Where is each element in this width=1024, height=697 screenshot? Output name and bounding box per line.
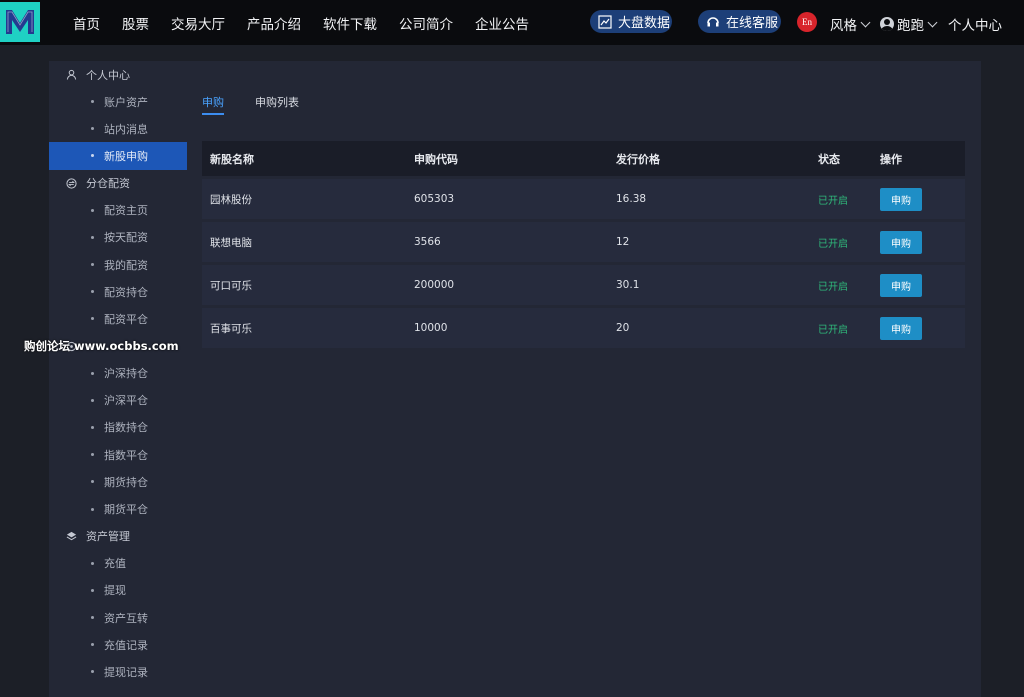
nav-trading-hall[interactable]: 交易大厅	[160, 13, 236, 33]
sidebar-item-margin-closed[interactable]: 配资平仓	[49, 305, 187, 332]
sidebar-item-a-share-positions[interactable]: 沪深持仓	[49, 360, 187, 387]
bigdata-label: 大盘数据	[618, 16, 671, 31]
sidebar-item-withdraw[interactable]: 提现	[49, 577, 187, 604]
sidebar-item-margin-positions[interactable]: 配资持仓	[49, 278, 187, 305]
ipo-table: 新股名称 申购代码 发行价格 状态 操作 园林股份 605303 16.38 已…	[202, 141, 965, 348]
sidebar-item-index-positions[interactable]: 指数持仓	[49, 414, 187, 441]
sidebar-item-margin-home[interactable]: 配资主页	[49, 197, 187, 224]
nav-company[interactable]: 公司简介	[388, 13, 464, 33]
style-label: 风格	[830, 18, 857, 34]
subscribe-button[interactable]: 申购	[880, 230, 922, 254]
avatar-icon	[880, 17, 894, 31]
sidebar-item-futures-closed[interactable]: 期货平仓	[49, 495, 187, 522]
chevron-down-icon	[860, 17, 871, 27]
watermark: 购创论坛 www.ocbbs.com	[24, 339, 179, 353]
bigdata-button[interactable]: 大盘数据	[590, 10, 672, 33]
headset-icon	[706, 15, 720, 29]
cell-price: 16.38	[616, 193, 647, 205]
cell-name: 园林股份	[210, 193, 252, 206]
sidebar-item-a-share-closed[interactable]: 沪深平仓	[49, 387, 187, 414]
content-tabs: 申购 申购列表	[202, 87, 330, 117]
header-price: 发行价格	[616, 152, 660, 166]
sidebar-group-label: 资产管理	[86, 530, 130, 544]
logo[interactable]	[0, 2, 40, 42]
header-code: 申购代码	[414, 152, 458, 166]
sidebar-item-withdraw-records[interactable]: 提现记录	[49, 658, 187, 685]
subscribe-button[interactable]: 申购	[880, 273, 922, 297]
header-action: 操作	[880, 152, 902, 166]
table-row: 园林股份 605303 16.38 已开启 申购	[202, 179, 965, 219]
status-badge: 已开启	[818, 324, 848, 336]
table-row: 联想电脑 3566 12 已开启 申购	[202, 222, 965, 262]
tab-subscription-list[interactable]: 申购列表	[255, 87, 299, 115]
style-dropdown[interactable]: 风格	[830, 14, 871, 34]
cell-price: 20	[616, 322, 630, 334]
cell-code: 605303	[414, 193, 455, 205]
status-badge: 已开启	[818, 238, 848, 250]
nav-products[interactable]: 产品介绍	[236, 13, 312, 33]
sidebar-item-deposit[interactable]: 充值	[49, 550, 187, 577]
chart-icon	[598, 14, 612, 29]
table-row: 可口可乐 200000 30.1 已开启 申购	[202, 265, 965, 305]
cell-name: 联想电脑	[210, 236, 252, 249]
subscribe-button[interactable]: 申购	[880, 316, 922, 340]
sidebar-group-label: 个人中心	[86, 68, 130, 82]
sidebar-group-margin[interactable]: 分仓配资	[49, 170, 187, 197]
language-toggle[interactable]: En	[797, 12, 817, 32]
status-badge: 已开启	[818, 281, 848, 293]
sidebar-group-assets[interactable]: 资产管理	[49, 523, 187, 550]
layers-icon	[65, 530, 77, 542]
header-name: 新股名称	[210, 152, 254, 166]
sidebar-group-label: 分仓配资	[86, 177, 130, 191]
user-dropdown[interactable]: 跑跑	[880, 14, 938, 34]
cell-code: 200000	[414, 279, 455, 291]
sidebar-item-ipo-subscription[interactable]: 新股申购	[49, 142, 187, 170]
cell-price: 12	[616, 236, 630, 248]
subscribe-button[interactable]: 申购	[880, 187, 922, 211]
sidebar-item-account-assets[interactable]: 账户资产	[49, 88, 187, 115]
cell-code: 3566	[414, 236, 441, 248]
online-service-button[interactable]: 在线客服	[698, 10, 781, 33]
nav-stocks[interactable]: 股票	[111, 13, 160, 33]
cell-code: 10000	[414, 322, 448, 334]
logo-m-icon	[6, 10, 34, 34]
user-icon	[65, 69, 77, 81]
sidebar: 个人中心 账户资产 站内消息 新股申购 分仓配资 配资主页 按天配资 我的配资 …	[49, 61, 187, 686]
username: 跑跑	[897, 18, 924, 34]
sidebar-item-messages[interactable]: 站内消息	[49, 115, 187, 142]
sidebar-item-index-closed[interactable]: 指数平仓	[49, 441, 187, 468]
sidebar-item-deposit-records[interactable]: 充值记录	[49, 631, 187, 658]
chevron-down-icon	[927, 17, 938, 27]
top-nav-bar: 首页 股票 交易大厅 产品介绍 软件下载 公司简介 企业公告 大盘数据 在线客服…	[0, 0, 1024, 45]
sidebar-item-futures-positions[interactable]: 期货持仓	[49, 468, 187, 495]
nav-home[interactable]: 首页	[62, 13, 111, 33]
personal-center-link[interactable]: 个人中心	[948, 14, 1002, 34]
main-panel: 个人中心 账户资产 站内消息 新股申购 分仓配资 配资主页 按天配资 我的配资 …	[49, 61, 981, 697]
service-label: 在线客服	[726, 16, 779, 31]
status-badge: 已开启	[818, 195, 848, 207]
sidebar-item-daily-margin[interactable]: 按天配资	[49, 224, 187, 251]
sidebar-item-my-margin[interactable]: 我的配资	[49, 251, 187, 278]
header-status: 状态	[818, 152, 840, 166]
sidebar-item-transfer[interactable]: 资产互转	[49, 604, 187, 631]
cell-name: 百事可乐	[210, 322, 252, 335]
cell-name: 可口可乐	[210, 279, 252, 292]
main-nav: 首页 股票 交易大厅 产品介绍 软件下载 公司简介 企业公告	[62, 0, 540, 45]
table-row: 百事可乐 10000 20 已开启 申购	[202, 308, 965, 348]
nav-download[interactable]: 软件下载	[312, 13, 388, 33]
exchange-icon	[65, 177, 77, 189]
tab-subscribe[interactable]: 申购	[202, 87, 224, 115]
sidebar-group-personal[interactable]: 个人中心	[49, 61, 187, 88]
table-header: 新股名称 申购代码 发行价格 状态 操作	[202, 141, 965, 176]
nav-announcements[interactable]: 企业公告	[464, 13, 540, 33]
cell-price: 30.1	[616, 279, 640, 291]
